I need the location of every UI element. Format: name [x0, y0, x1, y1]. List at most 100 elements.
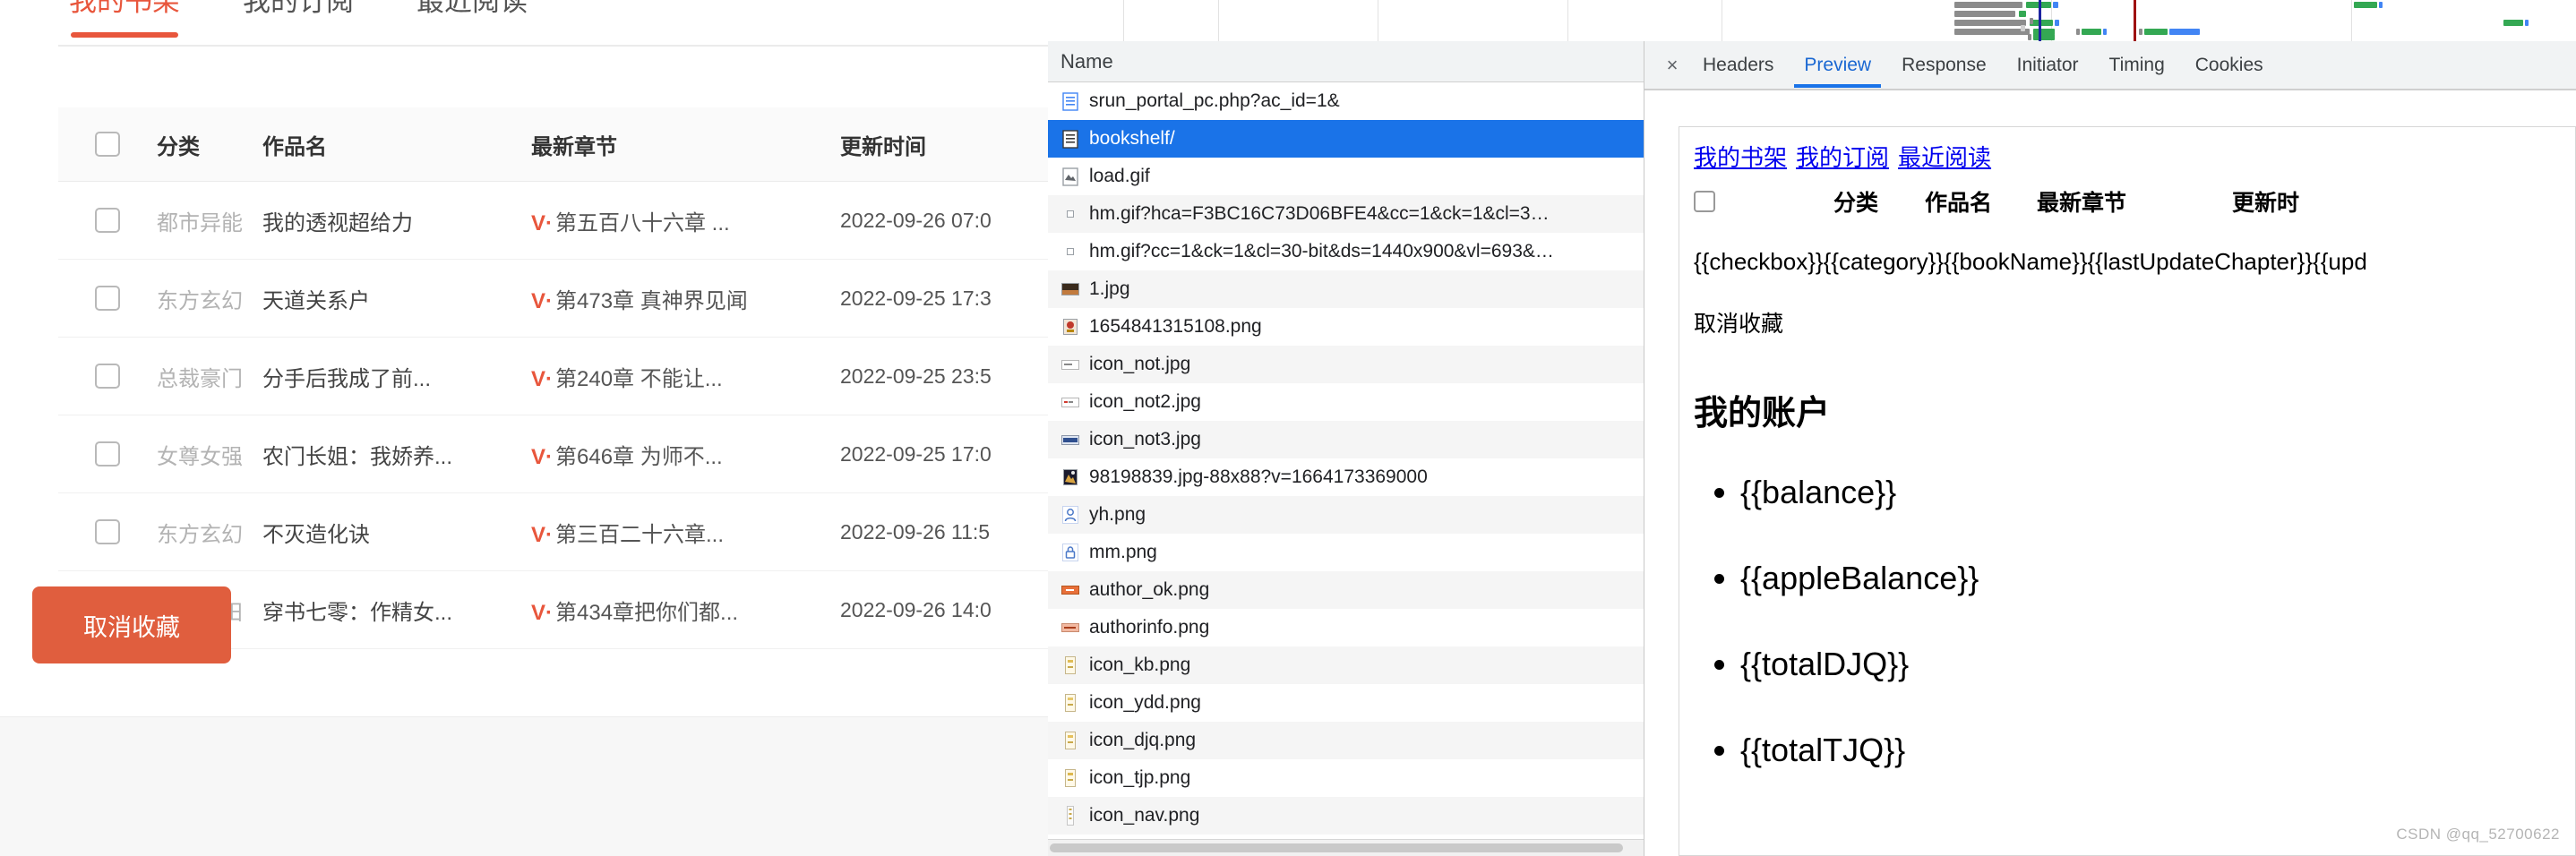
chapter-text: 第五百八十六章 ... [555, 210, 730, 235]
list-item[interactable]: srun_portal_pc.php?ac_id=1& [1048, 82, 1644, 120]
list-item[interactable]: bookshelf/ [1048, 120, 1644, 158]
row-checkbox[interactable] [95, 441, 120, 467]
bookshelf-page: 我的书架 我的订阅 最近阅读 分类 作品名 最新章节 更新时间 都市异能 我的透… [0, 0, 1048, 856]
preview-link-subscription[interactable]: 我的订阅 [1796, 144, 1889, 171]
watermark: CSDN @qq_52700622 [2396, 826, 2560, 843]
row-select-cell [58, 519, 157, 544]
cell-category: 女尊女强 [157, 444, 243, 469]
table-row[interactable]: 东方玄幻 天道关系户 V· 第473章 真神界见闻 2022-09-25 17:3 [58, 260, 1048, 338]
table-row[interactable]: 东方玄幻 不灭造化诀 V· 第三百二十六章... 2022-09-26 11:5 [58, 493, 1048, 571]
preview-link-recent[interactable]: 最近阅读 [1898, 144, 1991, 171]
request-detail-pane: × Headers Preview Response Initiator Tim… [1644, 41, 2576, 856]
cell-latest-chapter[interactable]: V· 第三百二十六章... [531, 517, 840, 548]
list-item[interactable]: icon_nav.png [1048, 797, 1644, 835]
vip-flag: V· [531, 366, 553, 391]
scrollbar-thumb[interactable] [1050, 843, 1623, 852]
network-request-list[interactable]: Name srun_portal_pc.php?ac_id=1& bookshe… [1048, 41, 1644, 856]
list-item[interactable]: yh.png [1048, 496, 1644, 534]
horizontal-scrollbar[interactable] [1048, 839, 1644, 856]
cell-category: 东方玄幻 [157, 288, 243, 313]
table-row[interactable]: 都市异能 我的透视超给力 V· 第五百八十六章 ... 2022-09-26 07… [58, 182, 1048, 260]
tab-recent-reading[interactable]: 最近阅读 [416, 0, 528, 23]
tab-response[interactable]: Response [1886, 42, 2002, 88]
image-thumb-icon [1060, 767, 1080, 789]
request-name: icon_not.jpg [1089, 354, 1191, 374]
list-item[interactable]: icon_djq.png [1048, 722, 1644, 759]
table-header-row: 分类 作品名 最新章节 更新时间 [58, 107, 1048, 182]
list-item[interactable]: icon_not3.jpg [1048, 421, 1644, 458]
cell-latest-chapter[interactable]: V· 第473章 真神界见闻 [531, 283, 840, 314]
tab-my-bookshelf[interactable]: 我的书架 [69, 0, 180, 38]
cell-latest-chapter[interactable]: V· 第434章把你们都... [531, 595, 840, 626]
tab-preview[interactable]: Preview [1789, 42, 1886, 88]
image-thumb-icon [1060, 805, 1080, 826]
select-all-cell [58, 132, 157, 157]
row-checkbox[interactable] [95, 364, 120, 389]
row-checkbox[interactable] [95, 519, 120, 544]
list-item: {{balance}} [1740, 474, 2575, 511]
cell-latest-chapter[interactable]: V· 第240章 不能让... [531, 361, 840, 392]
list-item[interactable]: hm.gif?cc=1&ck=1&cl=30-bit&ds=1440x900&v… [1048, 233, 1644, 270]
column-header-name[interactable]: Name [1060, 50, 1113, 73]
cell-latest-chapter[interactable]: V· 第五百八十六章 ... [531, 205, 840, 236]
preview-header-book-name: 作品名 [1925, 191, 1993, 216]
list-item[interactable]: icon_not2.jpg [1048, 383, 1644, 421]
cell-book-name[interactable]: 穿书七零：作精女... [262, 595, 531, 626]
cell-book-name[interactable]: 分手后我成了前... [262, 361, 531, 392]
image-thumb-icon [1060, 655, 1080, 676]
cell-latest-chapter[interactable]: V· 第646章 为师不... [531, 439, 840, 470]
chapter-text: 第240章 不能让... [555, 366, 723, 391]
cell-book-name[interactable]: 我的透视超给力 [262, 205, 531, 236]
image-thumb-icon [1060, 579, 1080, 601]
close-icon[interactable]: × [1657, 55, 1687, 75]
tab-initiator[interactable]: Initiator [2002, 42, 2094, 88]
list-item[interactable]: mm.png [1048, 534, 1644, 571]
chapter-text: 第434章把你们都... [555, 600, 739, 625]
list-item[interactable]: icon_ydd.png [1048, 684, 1644, 722]
cell-book-name[interactable]: 农门长姐：我娇养... [262, 439, 531, 470]
network-overview-timeline[interactable] [1048, 0, 2576, 43]
chapter-text: 第三百二十六章... [555, 522, 725, 547]
list-item[interactable]: icon_tjp.png [1048, 759, 1644, 797]
document-icon [1060, 128, 1080, 150]
list-item[interactable]: load.gif [1048, 158, 1644, 195]
preview-header-latest-chapter: 最新章节 [2037, 191, 2127, 216]
preview-header-update-time: 更新时 [2232, 191, 2300, 216]
list-item[interactable]: hm.gif?hca=F3BC16C73D06BFE4&cc=1&ck=1&cl… [1048, 195, 1644, 233]
preview-account-list: {{balance}} {{appleBalance}} {{totalDJQ}… [1694, 474, 2575, 769]
request-name: icon_kb.png [1089, 655, 1191, 675]
cell-book-name[interactable]: 天道关系户 [262, 283, 531, 314]
cell-update-time: 2022-09-25 17:0 [840, 441, 992, 466]
cancel-favorite-button[interactable]: 取消收藏 [32, 586, 231, 663]
select-all-checkbox[interactable] [95, 132, 120, 157]
cell-category: 总裁豪门 [157, 366, 243, 391]
detail-tab-bar: × Headers Preview Response Initiator Tim… [1644, 41, 2576, 90]
preview-link-bookshelf[interactable]: 我的书架 [1694, 144, 1787, 171]
list-item[interactable]: authorinfo.png [1048, 609, 1644, 646]
broken-image-icon [1060, 166, 1080, 187]
tab-headers[interactable]: Headers [1687, 42, 1789, 88]
list-item[interactable]: 1.jpg [1048, 270, 1644, 308]
cell-book-name[interactable]: 不灭造化诀 [262, 517, 531, 548]
table-row[interactable]: 总裁豪门 分手后我成了前... V· 第240章 不能让... 2022-09-2… [58, 338, 1048, 415]
table-row[interactable]: 女尊女强 农门长姐：我娇养... V· 第646章 为师不... 2022-09-… [58, 415, 1048, 493]
request-name: bookshelf/ [1089, 128, 1175, 149]
request-name: icon_not2.jpg [1089, 391, 1201, 412]
lock-icon [1060, 542, 1080, 563]
tab-cookies[interactable]: Cookies [2180, 42, 2279, 88]
bookshelf-tab-bar: 我的书架 我的订阅 最近阅读 [58, 0, 1048, 45]
cell-update-time: 2022-09-25 17:3 [840, 286, 992, 310]
request-name: 98198839.jpg-88x88?v=1664173369000 [1089, 467, 1428, 487]
list-item[interactable]: icon_kb.png [1048, 646, 1644, 684]
list-item[interactable]: 1654841315108.png [1048, 308, 1644, 346]
list-item[interactable]: 98198839.jpg-88x88?v=1664173369000 [1048, 458, 1644, 496]
list-item[interactable]: icon_not.jpg [1048, 346, 1644, 383]
row-select-cell [58, 441, 157, 467]
cell-category: 都市异能 [157, 210, 243, 235]
tab-timing[interactable]: Timing [2094, 42, 2180, 88]
image-thumb-icon [1060, 354, 1080, 375]
row-checkbox[interactable] [95, 286, 120, 311]
list-item[interactable]: author_ok.png [1048, 571, 1644, 609]
tab-my-subscription[interactable]: 我的订阅 [243, 0, 354, 23]
row-checkbox[interactable] [95, 208, 120, 233]
